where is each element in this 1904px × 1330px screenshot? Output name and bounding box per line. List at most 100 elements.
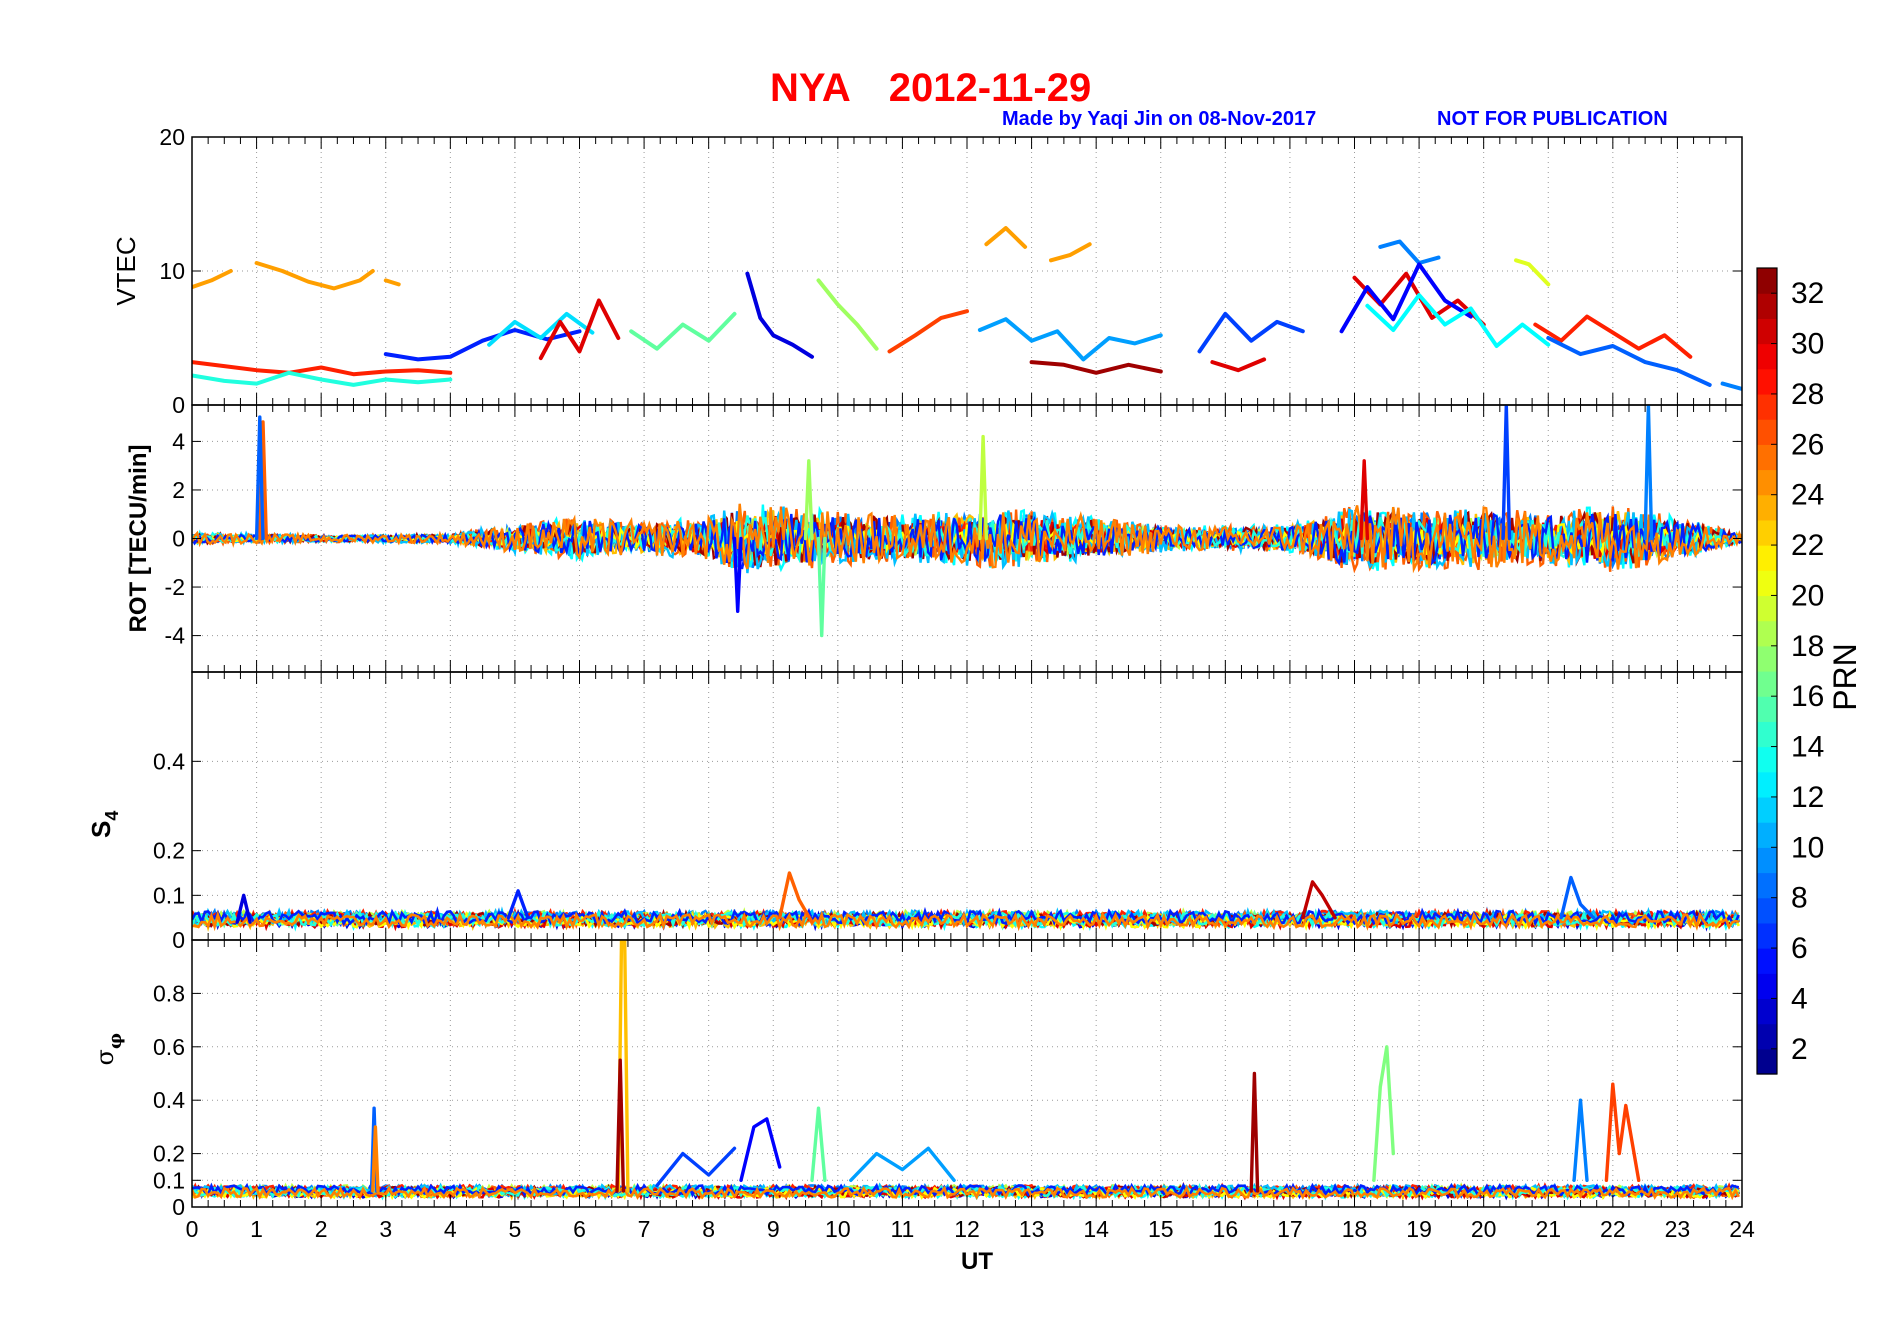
xtick-label: 6	[573, 1216, 586, 1242]
colorbar-cell	[1757, 620, 1777, 647]
colorbar-tick-label: 32	[1791, 277, 1824, 310]
data-layer	[192, 940, 1740, 1201]
ytick-label: 0	[172, 927, 185, 953]
ytick-label: 4	[172, 428, 185, 454]
colorbar-tick-label: 28	[1791, 378, 1824, 411]
colorbar-cell	[1757, 897, 1777, 924]
colorbar-cell	[1757, 494, 1777, 521]
colorbar-cell	[1757, 822, 1777, 848]
ylabel: S4	[86, 811, 122, 838]
colorbar-cell	[1757, 343, 1777, 370]
colorbar-tick-label: 10	[1791, 831, 1824, 864]
colorbar-cell	[1757, 419, 1777, 445]
series-prn-16	[810, 1106, 827, 1182]
colorbar: 2468101214161820222426283032PRN	[1756, 267, 1863, 1075]
series-prn-7	[1501, 405, 1512, 541]
xtick-label: 13	[1019, 1216, 1045, 1242]
xtick-label: 23	[1665, 1216, 1691, 1242]
xtick-label: 12	[954, 1216, 980, 1242]
panel-rot: -4 -2 0 2 4 ROT [TECU/min]	[125, 404, 1743, 673]
ytick-label: 0.1	[153, 1167, 185, 1193]
xtick-label: 3	[379, 1216, 392, 1242]
colorbar-cell	[1757, 973, 1777, 1000]
ylabel: VTEC	[111, 236, 141, 305]
colorbar-cell	[1757, 796, 1777, 823]
xtick-label: 5	[509, 1216, 522, 1242]
colorbar-cell	[1757, 948, 1777, 974]
ytick-label: 2	[172, 477, 185, 503]
colorbar-tick-label: 12	[1791, 781, 1824, 814]
series-prn-24	[192, 269, 233, 290]
xtick-label: 11	[890, 1216, 914, 1242]
xtick-label: 21	[1535, 1216, 1561, 1242]
xtick-label: 4	[444, 1216, 457, 1242]
colorbar-tick-label: 8	[1791, 882, 1808, 915]
series-prn-24	[383, 278, 401, 287]
ytick-label: 20	[159, 124, 185, 150]
ytick-label: 0	[172, 392, 185, 418]
colorbar-tick-label: 24	[1791, 479, 1824, 512]
ytick-label: 10	[159, 258, 185, 284]
panel-vtec: 0 10 20 VTEC	[111, 124, 1743, 418]
colorbar-tick-label: 4	[1791, 982, 1808, 1015]
xtick-label: 24	[1729, 1216, 1755, 1242]
colorbar-cell	[1757, 570, 1777, 597]
colorbar-cell	[1757, 645, 1777, 672]
series-prn-27	[1604, 1082, 1641, 1182]
xlabel: UT	[961, 1248, 993, 1275]
colorbar-cell	[1757, 922, 1777, 949]
data-layer	[192, 405, 1742, 638]
colorbar-cell	[1757, 696, 1777, 722]
series-prn-30	[1210, 357, 1267, 373]
data-layer	[192, 871, 1740, 933]
series-prn-4	[745, 271, 814, 359]
series-prn-24	[1049, 242, 1092, 263]
colorbar-label: PRN	[1827, 643, 1863, 711]
colorbar-cell	[1757, 872, 1777, 899]
colorbar-cell	[1757, 998, 1777, 1025]
ytick-label: -4	[165, 623, 186, 649]
colorbar-cell	[1757, 318, 1777, 345]
panel-sigma_phi: 00.10.20.40.60.8σφ0 1 2 3 4 5 6 7 8 9 10 11 12 13 14 15…	[91, 939, 1755, 1275]
series-prn-20	[1514, 258, 1551, 287]
ytick-label: 0	[172, 1194, 185, 1220]
series-prn-24	[254, 261, 375, 291]
colorbar-tick-label: 18	[1791, 630, 1824, 663]
colorbar-tick-label: 16	[1791, 680, 1824, 713]
colorbar-cell	[1757, 847, 1777, 874]
figure: 01020VTEC-4-2024ROT [TECU/min]00.10.20.4…	[86, 124, 1863, 1275]
colorbar-cell	[1757, 671, 1777, 697]
ytick-label: 0.2	[153, 838, 185, 864]
series-prn-32	[1249, 1071, 1260, 1193]
ytick-label: 0.8	[153, 980, 185, 1006]
xtick-label: 19	[1406, 1216, 1432, 1242]
xtick-label: 20	[1471, 1216, 1497, 1242]
panel-s4: 0 0.1 0.2 0.4 S4	[86, 671, 1743, 953]
colorbar-cell	[1757, 268, 1777, 294]
xtick-label: 14	[1083, 1216, 1109, 1242]
series-prn-18	[816, 278, 879, 351]
ylabel: σφ	[91, 1033, 126, 1066]
colorbar-tick-label: 22	[1791, 529, 1824, 562]
series-prn-5	[739, 1117, 782, 1182]
series-prn-9	[1720, 381, 1742, 391]
xtick-label: 9	[767, 1216, 780, 1242]
xtick-label: 16	[1213, 1216, 1239, 1242]
series-prn-9	[1378, 239, 1441, 265]
series-prn-6	[383, 328, 582, 362]
colorbar-cell	[1757, 1048, 1777, 1075]
colorbar-tick-label: 2	[1791, 1033, 1808, 1066]
xtick-label: 17	[1277, 1216, 1303, 1242]
series-prn-14	[192, 370, 453, 387]
colorbar-cell	[1757, 545, 1777, 571]
series-prn-7	[1197, 311, 1305, 354]
colorbar-cell	[1757, 293, 1777, 319]
colorbar-cell	[1757, 393, 1777, 420]
colorbar-tick-label: 20	[1791, 579, 1824, 612]
xtick-label: 22	[1600, 1216, 1626, 1242]
series-prn-9	[1572, 1098, 1589, 1182]
ytick-label: 0.4	[153, 748, 185, 774]
colorbar-cell	[1757, 721, 1777, 748]
series-prn-30	[1352, 271, 1486, 327]
xtick-label: 10	[825, 1216, 851, 1242]
